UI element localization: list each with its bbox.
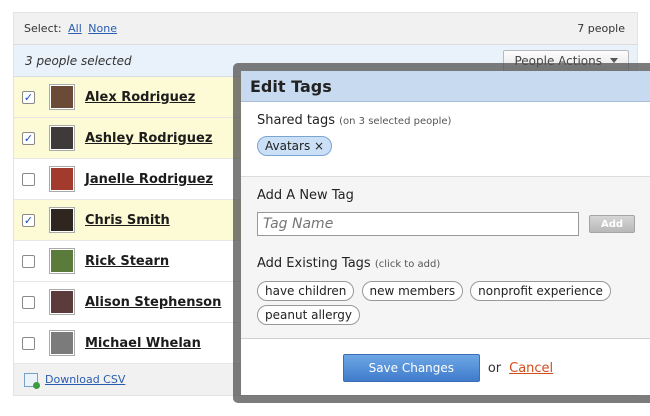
- person-name-link[interactable]: Janelle Rodriguez: [85, 172, 213, 187]
- new-tag-title: Add A New Tag: [257, 188, 354, 203]
- avatar-photo: [51, 168, 73, 190]
- existing-tag-chip[interactable]: have children: [257, 281, 355, 301]
- shared-tags-title: Shared tags: [257, 113, 335, 128]
- shared-tags-hint: (on 3 selected people): [339, 116, 452, 127]
- person-checkbox[interactable]: ✓: [22, 131, 35, 145]
- select-label: Select:: [24, 22, 62, 35]
- avatar-photo: [51, 86, 73, 108]
- select-all-link[interactable]: All: [68, 22, 82, 35]
- shared-tags-section: Shared tags (on 3 selected people) Avata…: [241, 102, 650, 177]
- person-checkbox[interactable]: [22, 336, 35, 350]
- person-name-link[interactable]: Alex Rodriguez: [85, 90, 195, 105]
- person-checkbox[interactable]: ✓: [22, 90, 35, 104]
- person-checkbox[interactable]: [22, 295, 35, 309]
- add-tag-button[interactable]: Add: [589, 215, 635, 233]
- existing-tags-title: Add Existing Tags: [257, 256, 371, 271]
- avatar-photo: [51, 127, 73, 149]
- person-name-link[interactable]: Ashley Rodriguez: [85, 131, 212, 146]
- selected-count-text: 3 people selected: [25, 53, 132, 68]
- modal-footer: Save Changes or Cancel: [241, 339, 650, 395]
- avatar: [49, 125, 75, 151]
- cancel-link[interactable]: Cancel: [509, 361, 553, 376]
- existing-tags-list: have children new members nonprofit expe…: [257, 278, 639, 326]
- or-text: or: [487, 360, 502, 376]
- shared-tags-list: Avatars ×: [257, 128, 639, 156]
- person-name-link[interactable]: Rick Stearn: [85, 254, 169, 269]
- edit-tags-modal: Edit Tags Shared tags (on 3 selected peo…: [241, 71, 650, 395]
- avatar: [49, 166, 75, 192]
- new-tag-section: Add A New Tag Add Add Existing Tags (cli…: [241, 177, 650, 339]
- select-bar: Select: All None 7 people: [14, 13, 637, 45]
- avatar: [49, 248, 75, 274]
- people-count: 7 people: [577, 22, 625, 35]
- avatar-photo: [51, 209, 73, 231]
- select-controls: Select: All None: [24, 22, 117, 35]
- existing-tag-chip[interactable]: nonprofit experience: [470, 281, 611, 301]
- select-none-link[interactable]: None: [88, 22, 117, 35]
- existing-tags-heading: Add Existing Tags (click to add): [257, 256, 639, 271]
- avatar: [49, 207, 75, 233]
- person-checkbox[interactable]: ✓: [22, 213, 35, 227]
- shared-tag-chip[interactable]: Avatars ×: [257, 136, 333, 156]
- existing-tags-hint: (click to add): [374, 259, 441, 270]
- avatar: [49, 289, 75, 315]
- shared-tags-heading: Shared tags (on 3 selected people): [257, 113, 639, 128]
- save-changes-button[interactable]: Save Changes: [342, 354, 480, 382]
- avatar: [49, 330, 75, 356]
- avatar-photo: [51, 291, 73, 313]
- person-checkbox[interactable]: [22, 172, 35, 186]
- person-checkbox[interactable]: [22, 254, 35, 268]
- edit-tags-dialog: Edit Tags Shared tags (on 3 selected peo…: [233, 63, 650, 403]
- avatar-photo: [51, 250, 73, 272]
- avatar: [49, 84, 75, 110]
- add-tag-row: Add: [257, 212, 639, 236]
- download-csv-link[interactable]: Download CSV: [45, 373, 125, 386]
- person-name-link[interactable]: Chris Smith: [85, 213, 170, 228]
- modal-title: Edit Tags: [241, 71, 650, 102]
- person-name-link[interactable]: Michael Whelan: [85, 336, 201, 351]
- existing-tag-chip[interactable]: new members: [361, 281, 464, 301]
- csv-download-icon: [24, 372, 40, 389]
- existing-tag-chip[interactable]: peanut allergy: [257, 305, 360, 325]
- person-name-link[interactable]: Alison Stephenson: [85, 295, 221, 310]
- avatar-photo: [51, 332, 73, 354]
- tag-name-input[interactable]: [257, 212, 579, 236]
